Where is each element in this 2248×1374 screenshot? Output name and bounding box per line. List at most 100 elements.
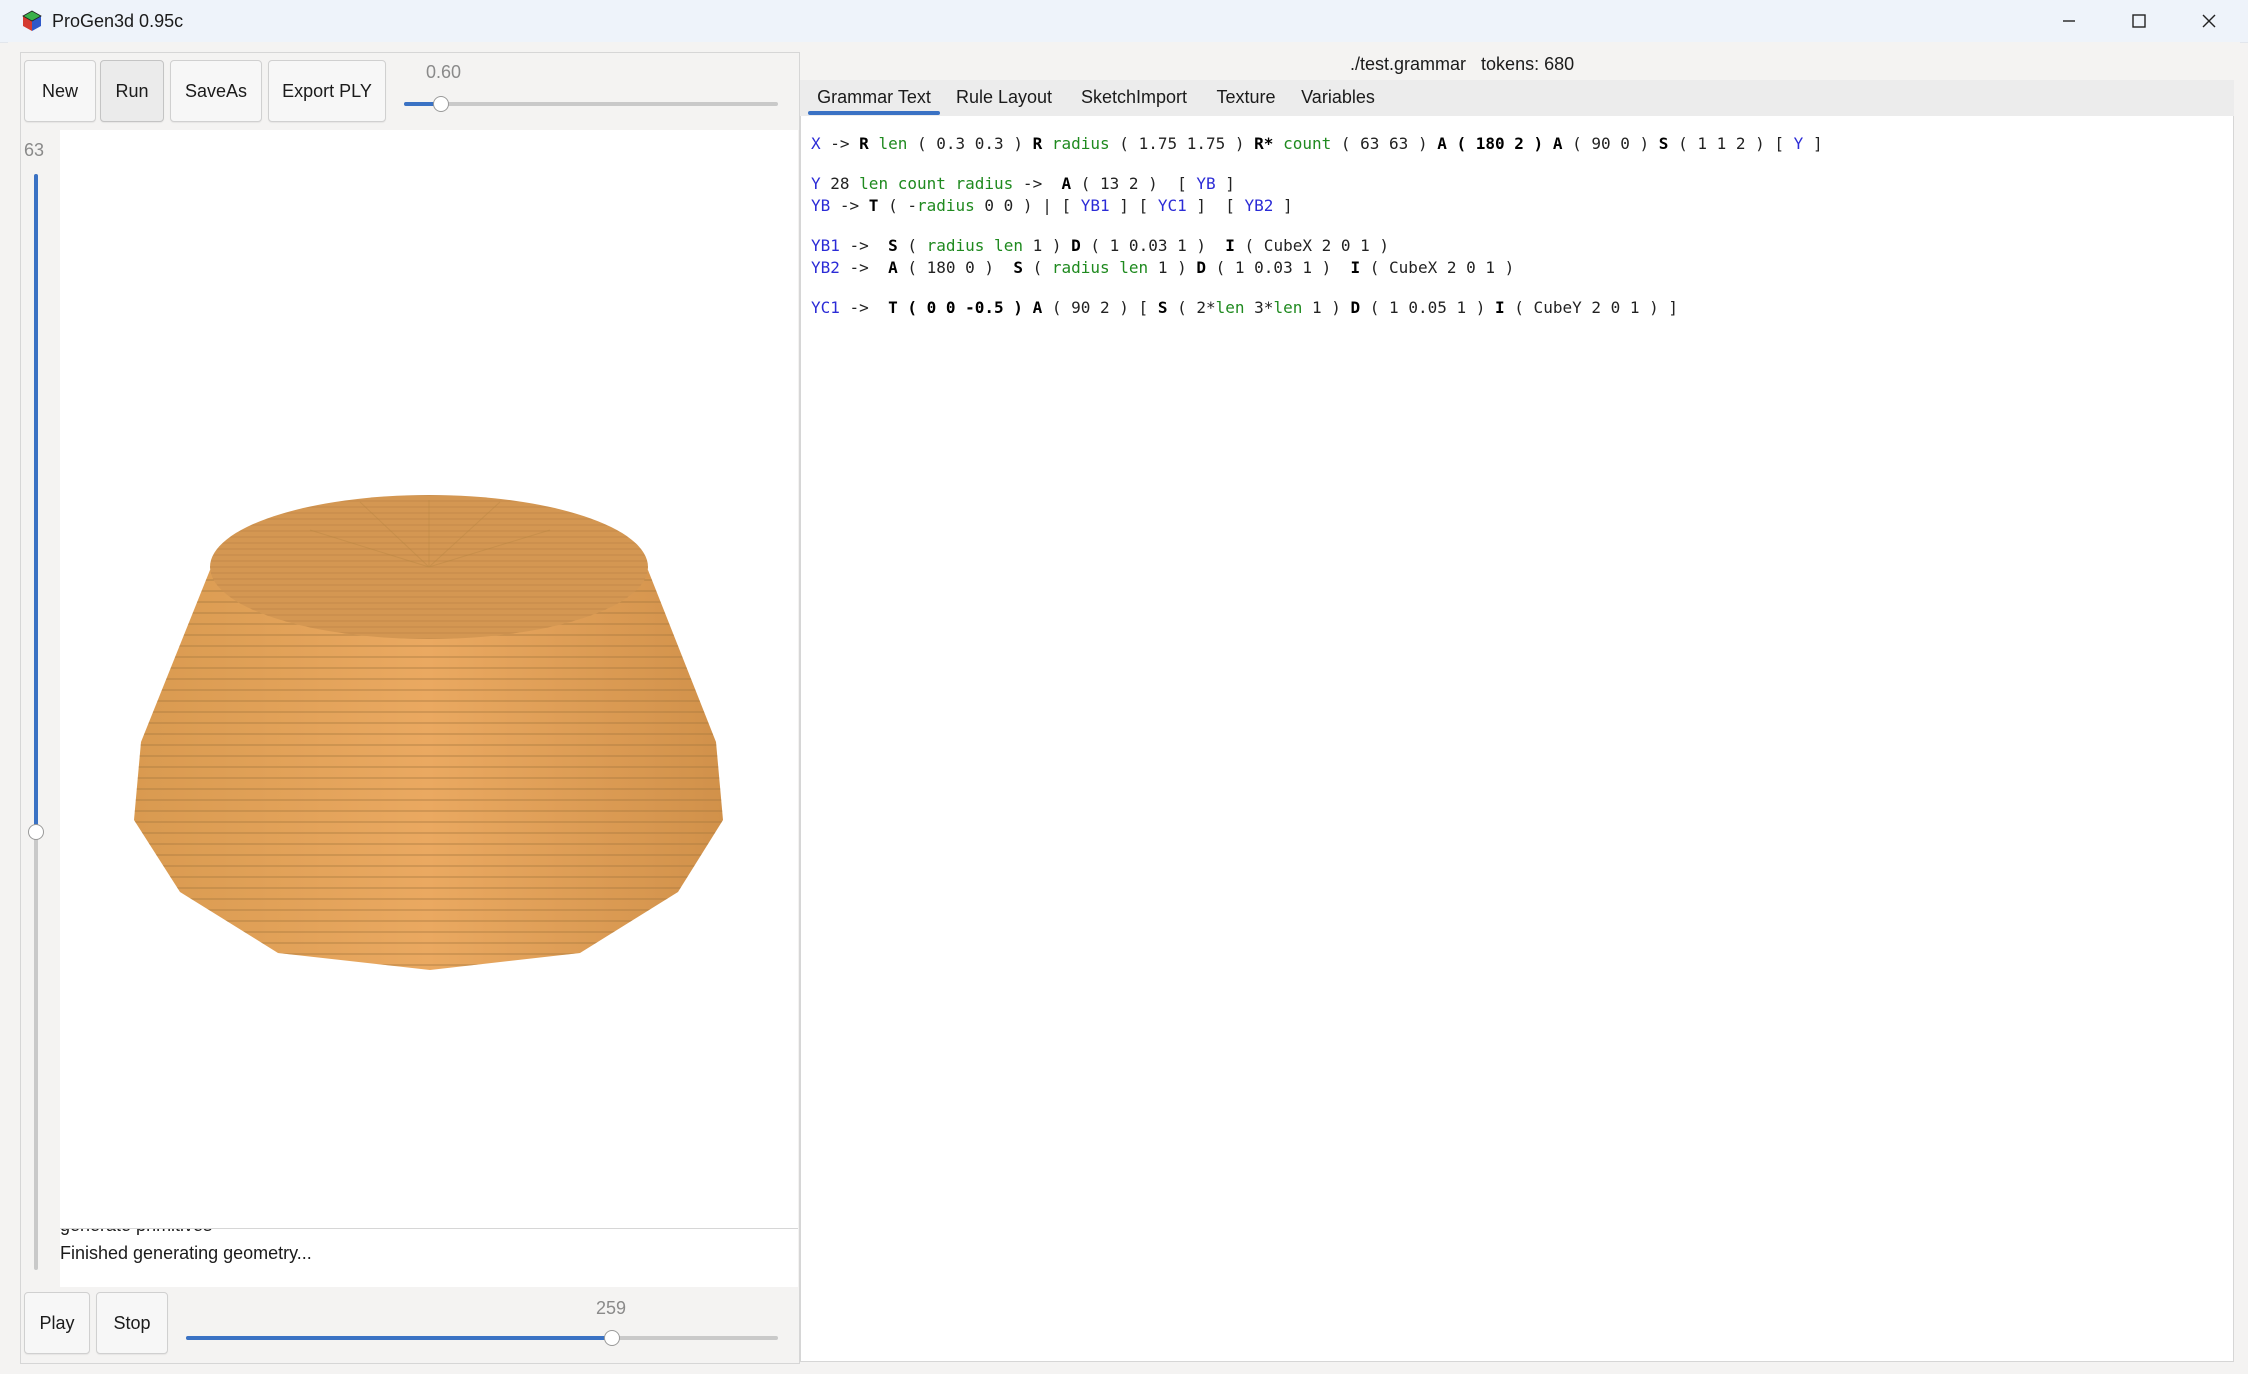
grammar-token: ( 180 0 ) [897, 258, 1014, 277]
tab-bar: Grammar Text Rule Layout SketchImport Te… [800, 80, 2234, 117]
grammar-token: ( [1022, 258, 1052, 277]
grammar-token: YB1 [811, 236, 840, 255]
saveas-button[interactable]: SaveAs [170, 60, 262, 122]
grammar-token: radius len [926, 236, 1023, 255]
tab-sketch-import[interactable]: SketchImport [1072, 80, 1196, 116]
grammar-line: YB2 -> A ( 180 0 ) S ( radius len 1 ) D … [811, 258, 1514, 277]
grammar-text-editor[interactable]: X -> R len ( 0.3 0.3 ) R radius ( 1.75 1… [800, 116, 2234, 1362]
grammar-line: X -> R len ( 0.3 0.3 ) R radius ( 1.75 1… [811, 134, 1823, 153]
grammar-token: YC1 [811, 298, 840, 317]
minimize-icon [2063, 20, 2075, 22]
grammar-token: R [859, 134, 869, 153]
window-title: ProGen3d 0.95c [52, 11, 184, 31]
playback-slider-value: 259 [596, 1298, 627, 1318]
grammar-token: ( CubeX 2 0 1 ) [1234, 236, 1390, 255]
grammar-token [1042, 134, 1052, 153]
grammar-token: -> [820, 134, 860, 153]
grammar-line: YB -> T ( -radius 0 0 ) | [ YB1 ] [ YC1 … [811, 196, 1293, 215]
grammar-token: ( 1 1 2 ) [ [1668, 134, 1794, 153]
file-path: ./test.grammar [1350, 54, 1467, 74]
grammar-token: len [878, 134, 908, 153]
top-slider-value: 0.60 [426, 62, 462, 82]
grammar-token: ( 90 0 ) [1562, 134, 1659, 153]
grammar-token: -> [839, 258, 889, 277]
grammar-token: ( 90 2 ) [ [1042, 298, 1158, 317]
grammar-token: radius [1051, 134, 1110, 153]
maximize-icon [2132, 14, 2146, 28]
grammar-token: T ( 0 0 -0.5 ) [888, 298, 1023, 317]
grammar-token: ] [1803, 134, 1823, 153]
grammar-token: D [1071, 236, 1081, 255]
grammar-token: ] [1273, 196, 1293, 215]
export-ply-button[interactable]: Export PLY [268, 60, 386, 122]
grammar-token: YB2 [811, 258, 840, 277]
grammar-token: T [868, 196, 879, 215]
grammar-token: S [1157, 298, 1168, 317]
grammar-token: 1 ) [1148, 258, 1197, 277]
tab-rule-layout[interactable]: Rule Layout [950, 80, 1058, 116]
grammar-token: 1 ) [1302, 298, 1351, 317]
grammar-token: ( 63 63 ) [1331, 134, 1438, 153]
grammar-token: A ( 180 2 ) [1437, 134, 1544, 153]
file-info: ./test.grammar tokens: 680 [1350, 54, 1574, 78]
grammar-token: X [811, 134, 821, 153]
grammar-token: YB [811, 196, 831, 215]
grammar-token: -> [830, 196, 869, 215]
grammar-token: ( 1 0.03 1 ) [1080, 236, 1226, 255]
grammar-token: YB1 [1080, 196, 1110, 215]
grammar-token: Y [1793, 134, 1804, 153]
grammar-token: D [1350, 298, 1361, 317]
grammar-token: ] [ [1109, 196, 1158, 215]
active-tab-indicator [808, 111, 940, 115]
grammar-token: count [1283, 134, 1332, 153]
tapered-cylinder-render [134, 495, 723, 970]
grammar-token [1023, 298, 1033, 317]
vertical-slider-value: 63 [24, 140, 45, 160]
log-line: generate primitives [60, 1229, 212, 1236]
token-count: tokens: 680 [1481, 54, 1575, 74]
grammar-token: ( 1.75 1.75 ) [1109, 134, 1255, 153]
grammar-token: Y [811, 174, 821, 193]
grammar-token: I [1495, 298, 1505, 317]
grammar-token: 3* [1244, 298, 1274, 317]
grammar-token: 0 0 ) | [ [974, 196, 1081, 215]
vertical-slider-thumb[interactable] [28, 823, 44, 840]
maximize-button[interactable] [2104, 0, 2174, 42]
grammar-token: R [1032, 134, 1043, 153]
grammar-token: radius len [1051, 258, 1149, 277]
grammar-token: YB2 [1244, 196, 1274, 215]
grammar-token: len count radius [859, 174, 1014, 193]
grammar-token: len [1215, 298, 1245, 317]
grammar-line: YC1 -> T ( 0 0 -0.5 ) A ( 90 2 ) [ S ( 2… [811, 298, 1678, 317]
grammar-token: ( 13 2 ) [ [1071, 174, 1197, 193]
grammar-token: A [1032, 298, 1043, 317]
grammar-token: ( [897, 236, 927, 255]
log-line: Finished generating geometry... [60, 1243, 312, 1263]
grammar-token [1273, 134, 1283, 153]
3d-viewport[interactable] [60, 130, 798, 1228]
title-bar: ProGen3d 0.95c [0, 0, 2248, 43]
tab-variables[interactable]: Variables [1296, 80, 1380, 116]
grammar-token: ( 1 0.03 1 ) [1206, 258, 1351, 277]
app-cube-icon [22, 10, 42, 31]
new-button[interactable]: New [24, 60, 96, 122]
stop-button[interactable]: Stop [96, 1292, 168, 1354]
close-button[interactable] [2174, 0, 2244, 42]
grammar-token: ( CubeY 2 0 1 ) ] [1504, 298, 1679, 317]
run-button[interactable]: Run [100, 60, 164, 122]
grammar-token: -> [839, 298, 889, 317]
grammar-token: S [1658, 134, 1669, 153]
log-output: generate primitives Finished generating … [60, 1228, 798, 1287]
grammar-token: ] [1215, 174, 1235, 193]
grammar-token: 28 [820, 174, 860, 193]
grammar-token [1543, 134, 1553, 153]
top-slider-track[interactable] [404, 102, 778, 106]
tab-texture[interactable]: Texture [1210, 80, 1282, 116]
minimize-button[interactable] [2034, 0, 2104, 42]
grammar-token: A [1061, 174, 1072, 193]
grammar-token: len [1273, 298, 1303, 317]
play-button[interactable]: Play [24, 1292, 90, 1354]
grammar-token: radius [916, 196, 975, 215]
grammar-token: I [1350, 258, 1361, 277]
grammar-line: Y 28 len count radius -> A ( 13 2 ) [ YB… [811, 174, 1235, 193]
